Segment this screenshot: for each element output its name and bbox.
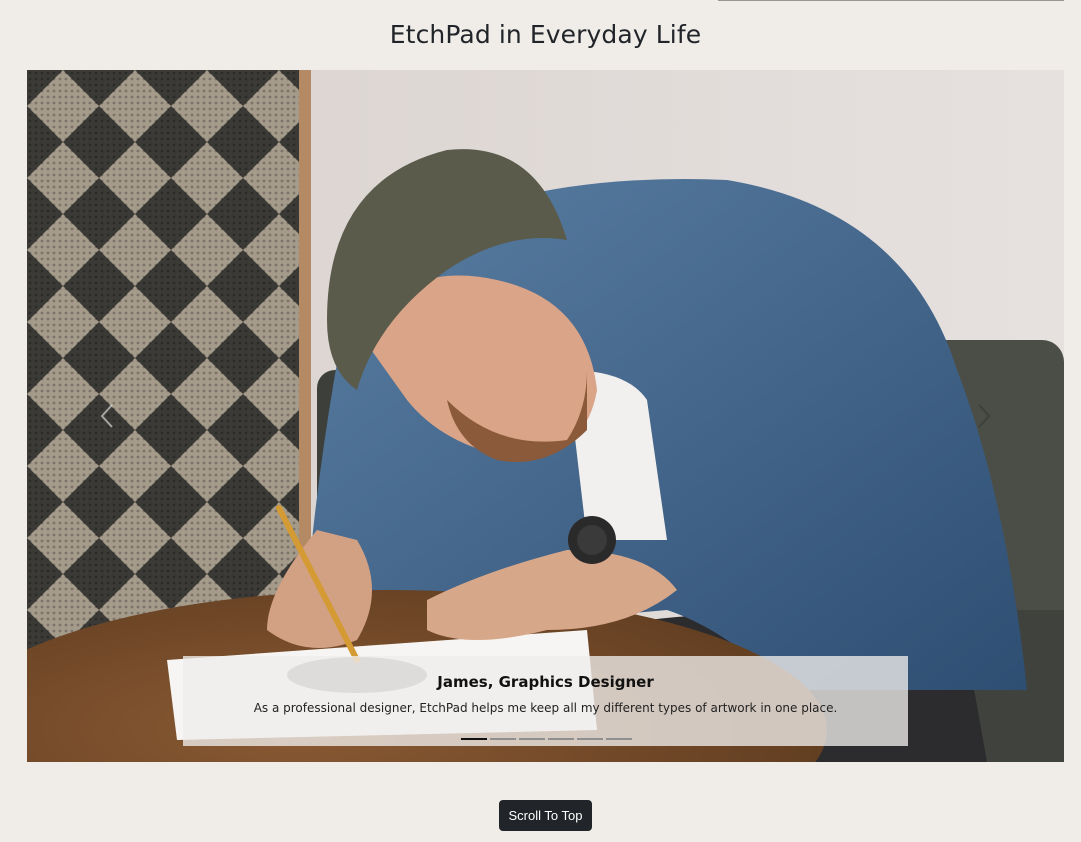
carousel-prev-button[interactable] [27,70,187,762]
indicator-4[interactable] [548,738,574,740]
carousel-next-button[interactable] [904,70,1064,762]
top-divider [718,0,1064,1]
indicator-1[interactable] [461,738,487,740]
chevron-right-icon [978,404,991,428]
carousel-indicators [461,738,632,742]
caption-text: As a professional designer, EtchPad help… [253,701,838,715]
testimonial-carousel: James, Graphics Designer As a profession… [27,70,1064,762]
chevron-left-icon [100,404,113,428]
section-title: EtchPad in Everyday Life [389,20,702,49]
indicator-6[interactable] [606,738,632,740]
slide-caption: James, Graphics Designer As a profession… [183,656,908,746]
indicator-2[interactable] [490,738,516,740]
indicator-3[interactable] [519,738,545,740]
caption-title: James, Graphics Designer [437,673,654,691]
indicator-5[interactable] [577,738,603,740]
scroll-to-top-button[interactable]: Scroll To Top [499,800,592,831]
